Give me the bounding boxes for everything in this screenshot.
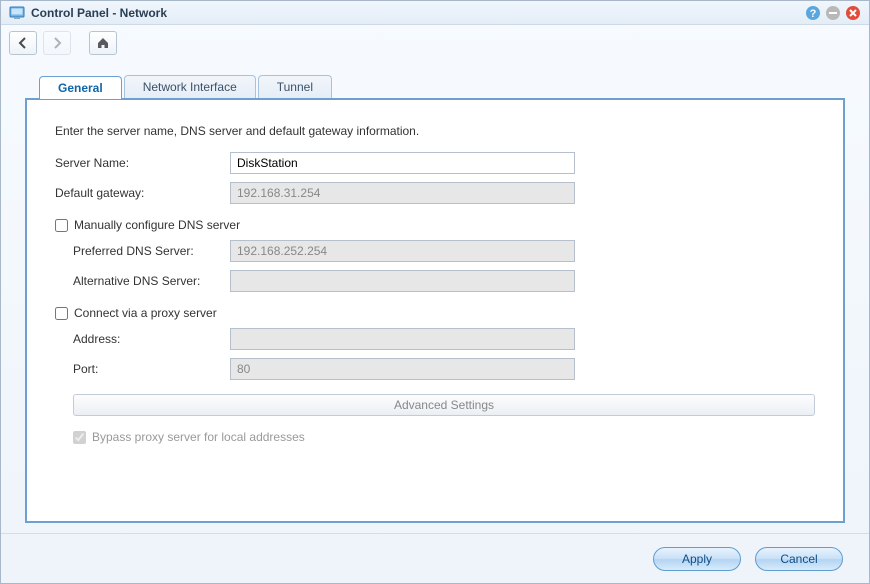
preferred-dns-label: Preferred DNS Server: xyxy=(73,244,230,258)
row-bypass-proxy: Bypass proxy server for local addresses xyxy=(73,430,815,444)
row-preferred-dns: Preferred DNS Server: xyxy=(55,240,815,262)
tab-panel-general: Enter the server name, DNS server and de… xyxy=(25,98,845,523)
row-proxy-port: Port: xyxy=(55,358,815,380)
tab-row: General Network Interface Tunnel xyxy=(39,75,845,98)
minimize-icon[interactable] xyxy=(825,5,841,21)
row-default-gateway: Default gateway: xyxy=(55,182,815,204)
row-manual-dns: Manually configure DNS server xyxy=(55,218,815,232)
window-controls: ? xyxy=(805,5,861,21)
server-name-input[interactable] xyxy=(230,152,575,174)
home-button[interactable] xyxy=(89,31,117,55)
titlebar: Control Panel - Network ? xyxy=(1,1,869,25)
manual-dns-label: Manually configure DNS server xyxy=(74,218,240,232)
tab-tunnel[interactable]: Tunnel xyxy=(258,75,332,98)
proxy-port-label: Port: xyxy=(73,362,230,376)
proxy-label: Connect via a proxy server xyxy=(74,306,217,320)
proxy-address-label: Address: xyxy=(73,332,230,346)
forward-button[interactable] xyxy=(43,31,71,55)
row-server-name: Server Name: xyxy=(55,152,815,174)
default-gateway-label: Default gateway: xyxy=(55,186,230,200)
row-proxy-address: Address: xyxy=(55,328,815,350)
proxy-checkbox[interactable] xyxy=(55,307,68,320)
alternative-dns-label: Alternative DNS Server: xyxy=(73,274,230,288)
bypass-proxy-label: Bypass proxy server for local addresses xyxy=(92,430,305,444)
proxy-address-input xyxy=(230,328,575,350)
advanced-settings-button: Advanced Settings xyxy=(73,394,815,416)
alternative-dns-input xyxy=(230,270,575,292)
window-title: Control Panel - Network xyxy=(31,6,805,20)
network-app-icon xyxy=(9,5,25,21)
svg-text:?: ? xyxy=(810,8,817,20)
content-area: General Network Interface Tunnel Enter t… xyxy=(1,61,869,533)
preferred-dns-input xyxy=(230,240,575,262)
instruction-text: Enter the server name, DNS server and de… xyxy=(55,124,815,138)
default-gateway-input xyxy=(230,182,575,204)
navigation-toolbar xyxy=(1,25,869,61)
back-button[interactable] xyxy=(9,31,37,55)
cancel-button[interactable]: Cancel xyxy=(755,547,843,571)
manual-dns-checkbox[interactable] xyxy=(55,219,68,232)
footer: Apply Cancel xyxy=(1,533,869,583)
server-name-label: Server Name: xyxy=(55,156,230,170)
tab-network-interface[interactable]: Network Interface xyxy=(124,75,256,98)
bypass-proxy-checkbox xyxy=(73,431,86,444)
proxy-port-input xyxy=(230,358,575,380)
close-icon[interactable] xyxy=(845,5,861,21)
apply-button[interactable]: Apply xyxy=(653,547,741,571)
row-proxy: Connect via a proxy server xyxy=(55,306,815,320)
help-icon[interactable]: ? xyxy=(805,5,821,21)
control-panel-window: Control Panel - Network ? General N xyxy=(0,0,870,584)
row-alternative-dns: Alternative DNS Server: xyxy=(55,270,815,292)
tab-general[interactable]: General xyxy=(39,76,122,99)
